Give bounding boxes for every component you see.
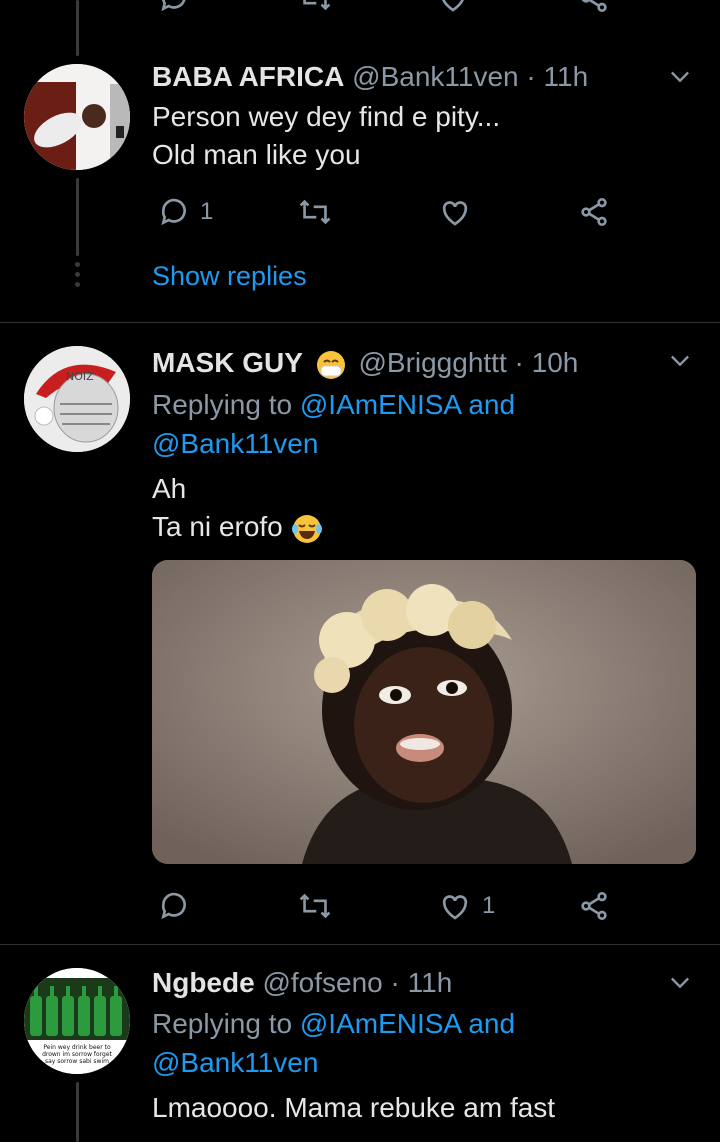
retweet-icon — [299, 893, 331, 919]
retweet-button[interactable] — [298, 890, 332, 922]
tweet-text-line: Person wey dey find e pity... — [152, 101, 501, 132]
like-icon[interactable] — [436, 0, 470, 14]
replying-to: Replying to @IAmENISA and — [152, 1005, 515, 1043]
tweet-text-line: Lmaoooo. Mama rebuke am fast — [152, 1092, 556, 1123]
chevron-down-icon[interactable] — [666, 346, 694, 374]
mention-link[interactable]: @Bank11ven — [152, 1044, 318, 1082]
mention-link[interactable]: @IAmENISA — [300, 389, 461, 420]
timestamp[interactable]: 11h — [408, 967, 453, 998]
thread-line-top — [76, 0, 79, 56]
tweet-header: MASK GUY @Briggghttt · 10h — [152, 346, 578, 381]
avatar[interactable] — [24, 64, 130, 170]
retweet-button[interactable] — [298, 196, 332, 228]
avatar[interactable]: NOIZ — [24, 346, 130, 452]
reply-icon — [161, 198, 186, 226]
reply-count: 1 — [200, 198, 214, 225]
mention-link[interactable]: @IAmENISA — [300, 1008, 461, 1039]
timestamp[interactable]: 11h — [544, 61, 589, 92]
retweet-icon — [299, 199, 331, 225]
chevron-down-icon[interactable] — [666, 968, 694, 996]
top-reply-count: 1 — [206, 0, 219, 6]
tweet-text-line: Ah — [152, 473, 187, 504]
separator-dot: · — [526, 61, 536, 92]
user-handle[interactable]: @Briggghttt — [358, 347, 506, 378]
replying-prefix: Replying to — [152, 1008, 293, 1039]
thread-dots[interactable] — [73, 262, 82, 288]
tweet-text-line-with-emoji: Ta ni erofo — [152, 508, 323, 546]
replying-prefix: Replying to — [152, 389, 293, 420]
show-replies-link[interactable]: Show replies — [152, 257, 307, 295]
heart-icon — [442, 201, 468, 226]
timestamp[interactable]: 10h — [532, 347, 579, 378]
reply-icon[interactable] — [158, 0, 190, 14]
divider — [0, 322, 720, 323]
separator-dot: · — [390, 967, 400, 998]
display-name[interactable]: MASK GUY — [152, 347, 303, 378]
thread-line — [76, 178, 79, 256]
mention-link[interactable]: @Bank11ven — [152, 425, 318, 463]
separator-dot: · — [514, 347, 524, 378]
share-icon — [581, 892, 607, 920]
tears-of-joy-emoji-icon — [291, 514, 322, 543]
reply-icon — [161, 892, 186, 920]
like-count: 1 — [482, 892, 496, 919]
and-word: and — [468, 389, 516, 420]
user-handle[interactable]: @Bank11ven — [352, 61, 518, 92]
avatar[interactable]: Pein wey drink beer to drown im sorrow f… — [24, 968, 130, 1074]
and-word: and — [468, 1008, 516, 1039]
replying-to: Replying to @IAmENISA and — [152, 386, 515, 424]
avatar-caption: Pein wey drink beer to drown im sorrow f… — [42, 1044, 112, 1065]
share-button[interactable] — [578, 890, 610, 922]
tweet-header: BABA AFRICA @Bank11ven · 11h — [152, 60, 588, 94]
heart-icon — [442, 895, 468, 920]
share-icon[interactable] — [578, 0, 610, 14]
like-button[interactable]: 1 — [438, 890, 495, 922]
retweet-icon[interactable] — [298, 0, 332, 14]
display-name[interactable]: Ngbede — [152, 967, 255, 998]
divider — [0, 944, 720, 945]
tweet-text-line: Old man like you — [152, 139, 361, 170]
top-action-row: 1 — [150, 0, 630, 18]
chevron-down-icon[interactable] — [666, 62, 694, 90]
reply-button[interactable] — [158, 890, 200, 922]
tweet-text: Ta ni erofo — [152, 511, 283, 542]
share-icon — [581, 198, 607, 226]
svg-text:NOIZ: NOIZ — [66, 370, 94, 383]
reply-button[interactable]: 1 — [158, 196, 213, 228]
tweet-media-image[interactable] — [152, 560, 696, 864]
share-button[interactable] — [578, 196, 610, 228]
tweet-header: Ngbede @fofseno · 11h — [152, 966, 452, 1000]
like-button[interactable] — [438, 196, 472, 228]
face-with-mask-emoji-icon — [316, 350, 345, 379]
thread-line — [76, 1082, 79, 1142]
user-handle[interactable]: @fofseno — [262, 967, 382, 998]
display-name[interactable]: BABA AFRICA — [152, 61, 344, 92]
